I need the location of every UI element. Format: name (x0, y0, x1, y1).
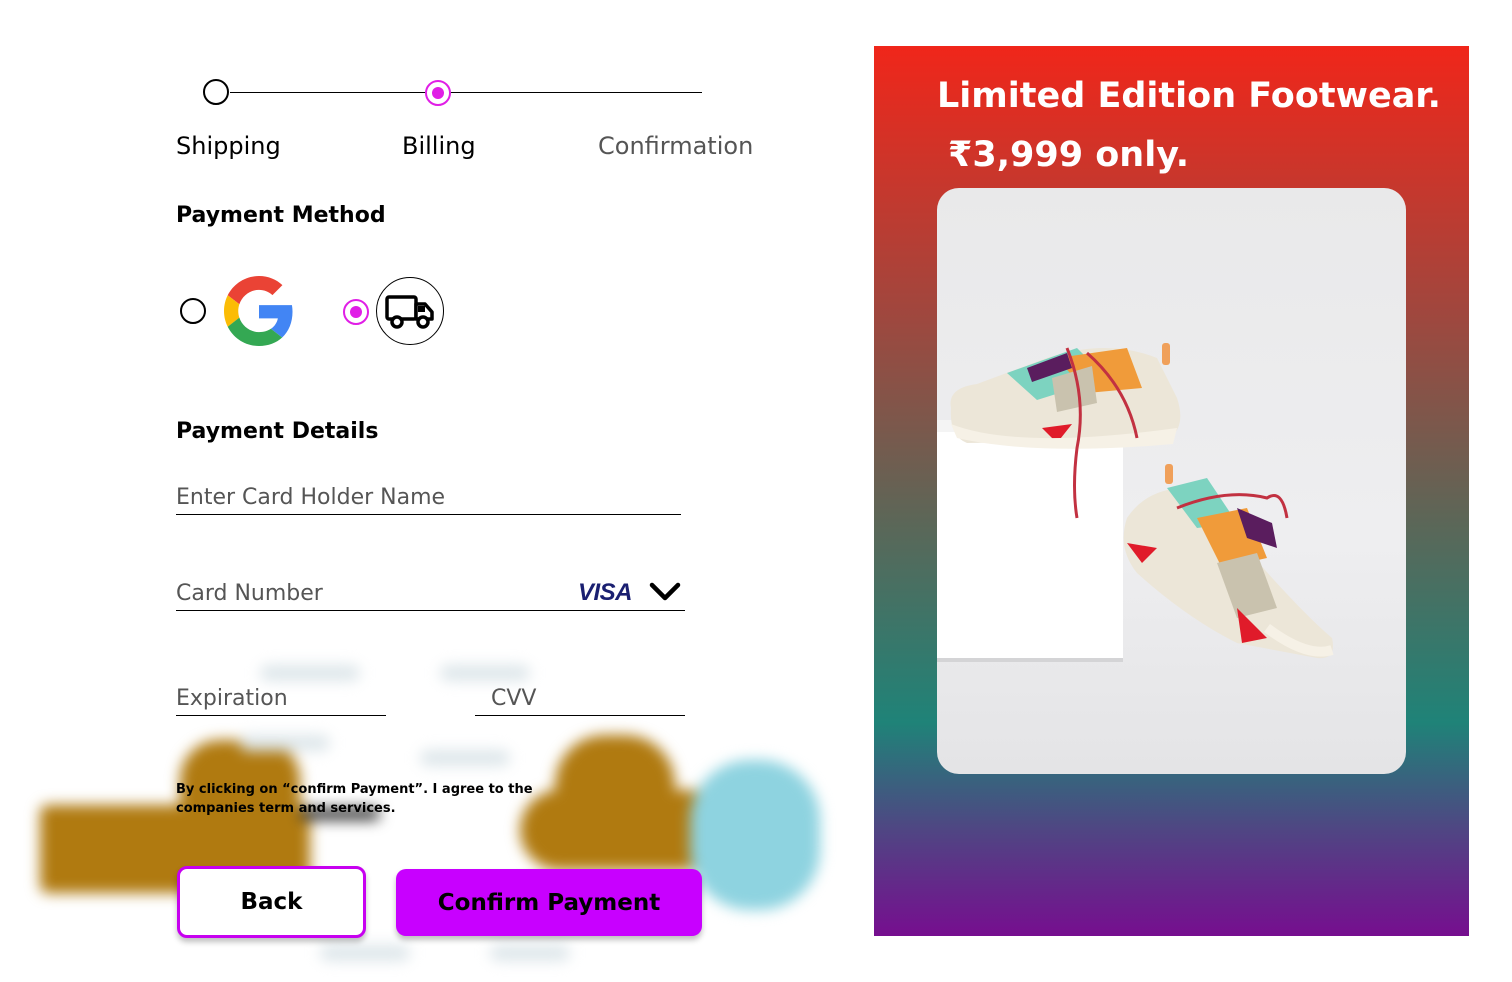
product-image (937, 188, 1406, 774)
step-shipping-dot (203, 79, 229, 105)
cvv-input[interactable] (491, 681, 685, 715)
promo-panel: Limited Edition Footwear. ₹3,999 only. (874, 46, 1469, 936)
confirm-payment-button[interactable]: Confirm Payment (396, 869, 702, 936)
card-holder-input[interactable] (176, 480, 681, 514)
truck-icon[interactable] (376, 277, 444, 345)
step-confirmation-label: Confirmation (598, 132, 754, 160)
terms-text: By clicking on “confirm Payment”. I agre… (176, 782, 533, 816)
promo-title: Limited Edition Footwear. (937, 76, 1441, 116)
visa-logo[interactable]: VISA (578, 579, 633, 607)
payment-details-heading: Payment Details (176, 419, 379, 444)
back-button[interactable]: Back (177, 866, 366, 938)
google-pay-radio[interactable] (180, 298, 206, 324)
card-holder-field (176, 480, 681, 515)
expiration-field (176, 681, 386, 716)
card-number-input[interactable] (176, 576, 565, 610)
step-billing-label: Billing (402, 132, 476, 160)
cvv-field (475, 681, 685, 716)
expiration-input[interactable] (176, 681, 386, 715)
sneaker-bottom (1123, 464, 1334, 659)
checkout-page: Shipping Billing Confirmation Payment Me… (0, 0, 1512, 982)
cash-on-delivery-radio[interactable] (343, 299, 369, 325)
step-shipping-label: Shipping (176, 132, 281, 160)
chevron-down-icon[interactable] (648, 580, 682, 604)
stepper-line (230, 92, 702, 93)
step-billing-dot (425, 80, 451, 106)
google-icon[interactable] (224, 276, 294, 346)
payment-method-heading: Payment Method (176, 203, 386, 228)
promo-price: ₹3,999 only. (948, 135, 1190, 175)
